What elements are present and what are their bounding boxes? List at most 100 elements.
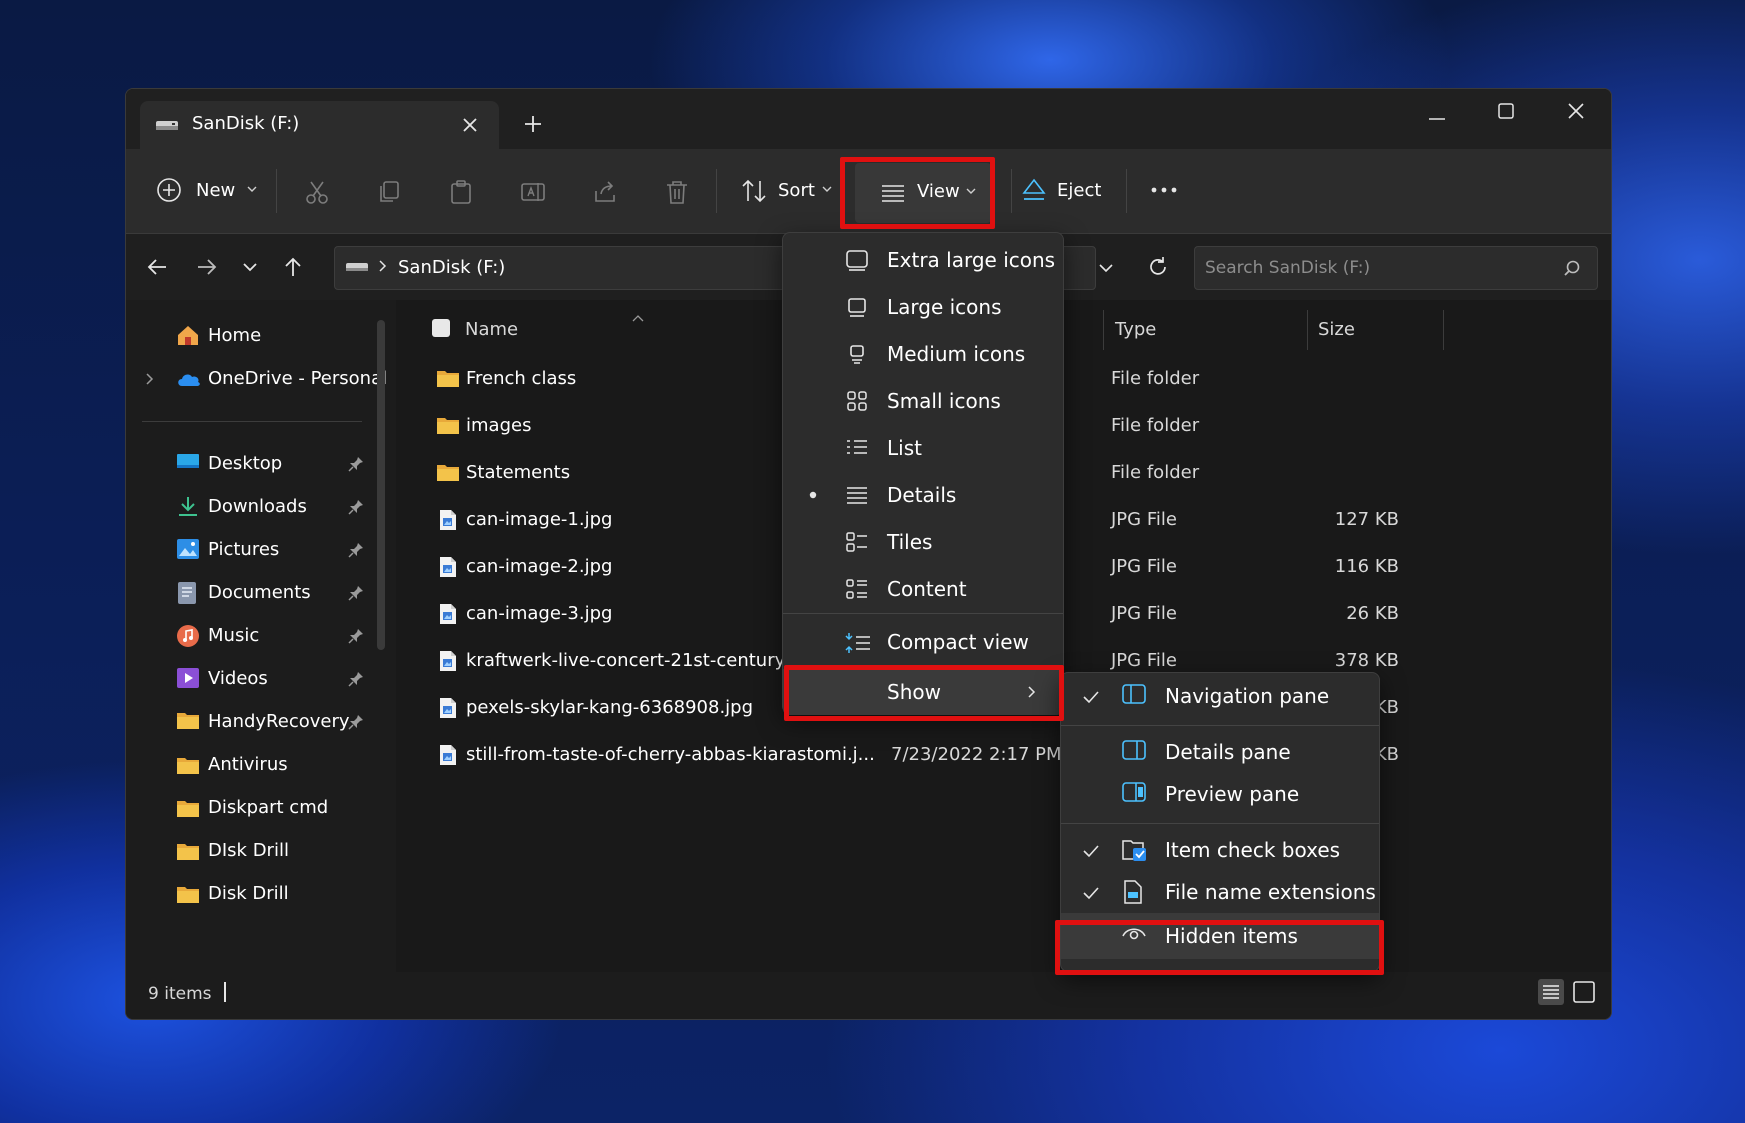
maximize-icon[interactable] bbox=[1496, 101, 1516, 121]
pin-icon[interactable] bbox=[348, 714, 364, 730]
delete-icon[interactable] bbox=[664, 179, 690, 205]
search-input[interactable]: Search SanDisk (F:) bbox=[1194, 246, 1598, 290]
file-name: Statements bbox=[466, 462, 571, 483]
menu-separator bbox=[1061, 725, 1379, 726]
column-divider[interactable] bbox=[1103, 310, 1104, 350]
file-size: 116 KB bbox=[1334, 556, 1399, 577]
copy-icon[interactable] bbox=[376, 179, 402, 205]
nav-label-onedrive: OneDrive - Personal bbox=[208, 368, 388, 389]
nav-item-documents[interactable]: Documents bbox=[176, 573, 391, 613]
back-arrow-icon[interactable] bbox=[146, 256, 168, 278]
menu-item-file-name-extensions[interactable]: File name extensions bbox=[1061, 869, 1379, 915]
file-size: 378 KB bbox=[1334, 650, 1399, 671]
nav-divider bbox=[142, 421, 362, 422]
minimize-icon[interactable] bbox=[1427, 109, 1447, 129]
details-pane-icon bbox=[1121, 739, 1147, 761]
close-window-icon[interactable] bbox=[1566, 101, 1586, 121]
details-icon bbox=[845, 484, 869, 506]
file-name: images bbox=[466, 415, 532, 436]
menu-item-details-pane[interactable]: Details pane bbox=[1061, 729, 1379, 775]
column-divider[interactable] bbox=[1443, 310, 1444, 350]
select-all-checkbox[interactable] bbox=[431, 318, 451, 338]
medium-icons-icon bbox=[845, 343, 869, 365]
menu-item-details[interactable]: Details bbox=[783, 472, 1063, 518]
plus-circle-icon bbox=[156, 177, 182, 203]
menu-item-list[interactable]: List bbox=[783, 425, 1063, 471]
sort-button[interactable]: Sort bbox=[741, 177, 841, 211]
search-icon bbox=[1563, 259, 1581, 277]
file-row[interactable]: still-from-taste-of-cherry-abbas-kiarast… bbox=[396, 733, 1611, 777]
recent-locations-icon[interactable] bbox=[242, 259, 258, 275]
nav-item-handyrecovery[interactable]: HandyRecovery bbox=[176, 702, 391, 742]
pin-icon[interactable] bbox=[348, 456, 364, 472]
menu-item-extra-large-icons[interactable]: Extra large icons bbox=[783, 237, 1063, 283]
nav-item-pictures[interactable]: Pictures bbox=[176, 530, 391, 570]
folder-icon bbox=[176, 710, 200, 730]
paste-icon[interactable] bbox=[448, 179, 474, 205]
nav-item-folder[interactable]: Disk Drill bbox=[176, 874, 391, 914]
forward-arrow-icon[interactable] bbox=[196, 256, 218, 278]
folder-icon bbox=[176, 841, 200, 861]
up-arrow-icon[interactable] bbox=[282, 256, 304, 278]
file-type: File folder bbox=[1111, 368, 1200, 389]
nav-label: Music bbox=[208, 625, 260, 646]
pin-icon[interactable] bbox=[348, 585, 364, 601]
close-tab-icon[interactable] bbox=[460, 115, 480, 135]
divider bbox=[1126, 169, 1127, 213]
pin-icon[interactable] bbox=[348, 628, 364, 644]
pin-icon[interactable] bbox=[348, 671, 364, 687]
nav-item-music[interactable]: Music bbox=[176, 616, 391, 656]
tab-sandisk[interactable]: SanDisk (F:) bbox=[140, 101, 499, 149]
menu-item-large-icons[interactable]: Large icons bbox=[783, 284, 1063, 330]
text-cursor bbox=[224, 982, 226, 1002]
menu-item-label: Details pane bbox=[1165, 740, 1291, 764]
cut-icon[interactable] bbox=[304, 179, 330, 205]
menu-item-preview-pane[interactable]: Preview pane bbox=[1061, 771, 1379, 817]
view-menu: Extra large icons Large icons Medium icons… bbox=[782, 232, 1064, 715]
more-options-icon[interactable] bbox=[1149, 185, 1179, 195]
menu-item-tiles[interactable]: Tiles bbox=[783, 519, 1063, 565]
menu-item-label: Extra large icons bbox=[887, 248, 1056, 272]
nav-item-downloads[interactable]: Downloads bbox=[176, 487, 391, 527]
folder-icon bbox=[436, 368, 460, 388]
refresh-icon[interactable] bbox=[1147, 256, 1169, 278]
eject-icon bbox=[1021, 177, 1047, 203]
column-header-size[interactable]: Size bbox=[1318, 319, 1355, 340]
compact-view-icon bbox=[845, 631, 871, 655]
nav-label: Documents bbox=[208, 582, 311, 603]
menu-item-content[interactable]: Content bbox=[783, 566, 1063, 612]
nav-item-folder[interactable]: DIsk Drill bbox=[176, 831, 391, 871]
highlight-view-button bbox=[840, 157, 995, 229]
expand-chevron-icon[interactable] bbox=[144, 372, 154, 386]
file-type: File folder bbox=[1111, 462, 1200, 483]
new-tab-icon[interactable] bbox=[523, 114, 543, 134]
column-divider[interactable] bbox=[1307, 310, 1308, 350]
nav-item-desktop[interactable]: Desktop bbox=[176, 444, 391, 484]
pictures-icon bbox=[176, 538, 200, 560]
nav-item-folder[interactable]: Antivirus bbox=[176, 745, 391, 785]
file-name: can-image-1.jpg bbox=[466, 509, 613, 530]
tiles-view-toggle-icon[interactable] bbox=[1570, 978, 1598, 1006]
breadcrumb-path[interactable]: SanDisk (F:) bbox=[398, 257, 505, 278]
nav-item-folder[interactable]: Diskpart cmd bbox=[176, 788, 391, 828]
details-view-toggle-icon[interactable] bbox=[1537, 978, 1565, 1006]
column-header-name[interactable]: Name bbox=[465, 319, 518, 340]
pin-icon[interactable] bbox=[348, 542, 364, 558]
eject-button[interactable]: Eject bbox=[1021, 175, 1131, 209]
menu-item-small-icons[interactable]: Small icons bbox=[783, 378, 1063, 424]
sort-label: Sort bbox=[778, 180, 815, 201]
column-header-type[interactable]: Type bbox=[1115, 319, 1156, 340]
share-icon[interactable] bbox=[592, 179, 618, 205]
rename-icon[interactable] bbox=[520, 179, 546, 205]
pin-icon[interactable] bbox=[348, 499, 364, 515]
nav-item-videos[interactable]: Videos bbox=[176, 659, 391, 699]
new-button[interactable]: New bbox=[156, 177, 266, 211]
nav-item-home[interactable]: Home bbox=[176, 316, 391, 356]
menu-item-navigation-pane[interactable]: Navigation pane bbox=[1061, 673, 1379, 719]
menu-item-compact-view[interactable]: Compact view bbox=[783, 619, 1063, 665]
menu-item-medium-icons[interactable]: Medium icons bbox=[783, 331, 1063, 377]
nav-item-onedrive[interactable]: OneDrive - Personal bbox=[144, 359, 394, 399]
menu-item-item-check-boxes[interactable]: Item check boxes bbox=[1061, 827, 1379, 873]
address-dropdown-icon[interactable] bbox=[1098, 260, 1114, 276]
nav-scrollbar[interactable] bbox=[377, 320, 385, 650]
